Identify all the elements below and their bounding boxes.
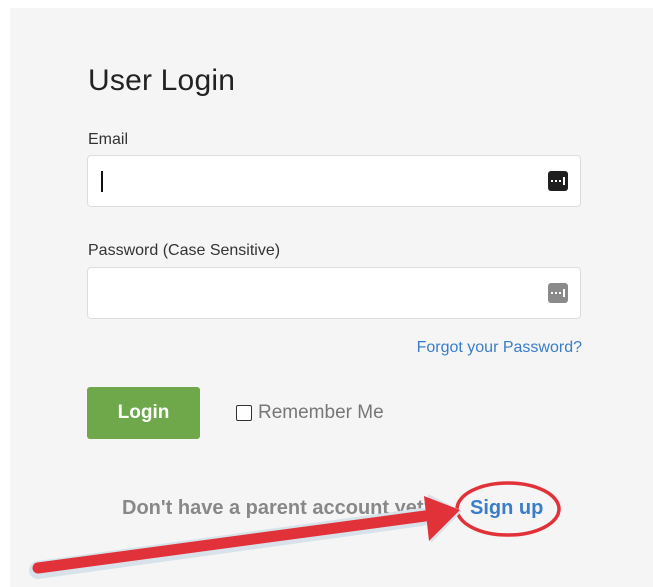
- text-cursor: [101, 171, 103, 192]
- password-field[interactable]: [100, 268, 540, 318]
- forgot-password-link[interactable]: Forgot your Password?: [417, 339, 582, 357]
- password-manager-key-icon[interactable]: [548, 171, 568, 191]
- login-button[interactable]: Login: [87, 387, 200, 439]
- remember-me-checkbox[interactable]: [236, 405, 252, 421]
- password-field-container[interactable]: [87, 267, 581, 319]
- page-title: User Login: [88, 64, 236, 97]
- signup-prompt: Don't have a parent account yet?: [122, 497, 436, 519]
- signup-link[interactable]: Sign up: [470, 497, 543, 520]
- email-label: Email: [88, 131, 129, 148]
- password-manager-key-icon[interactable]: [548, 283, 568, 303]
- email-field-container[interactable]: [87, 155, 581, 207]
- remember-me-label[interactable]: Remember Me: [258, 402, 384, 424]
- remember-me[interactable]: Remember Me: [236, 402, 384, 424]
- password-label: Password (Case Sensitive): [88, 242, 281, 259]
- email-field[interactable]: [100, 156, 540, 206]
